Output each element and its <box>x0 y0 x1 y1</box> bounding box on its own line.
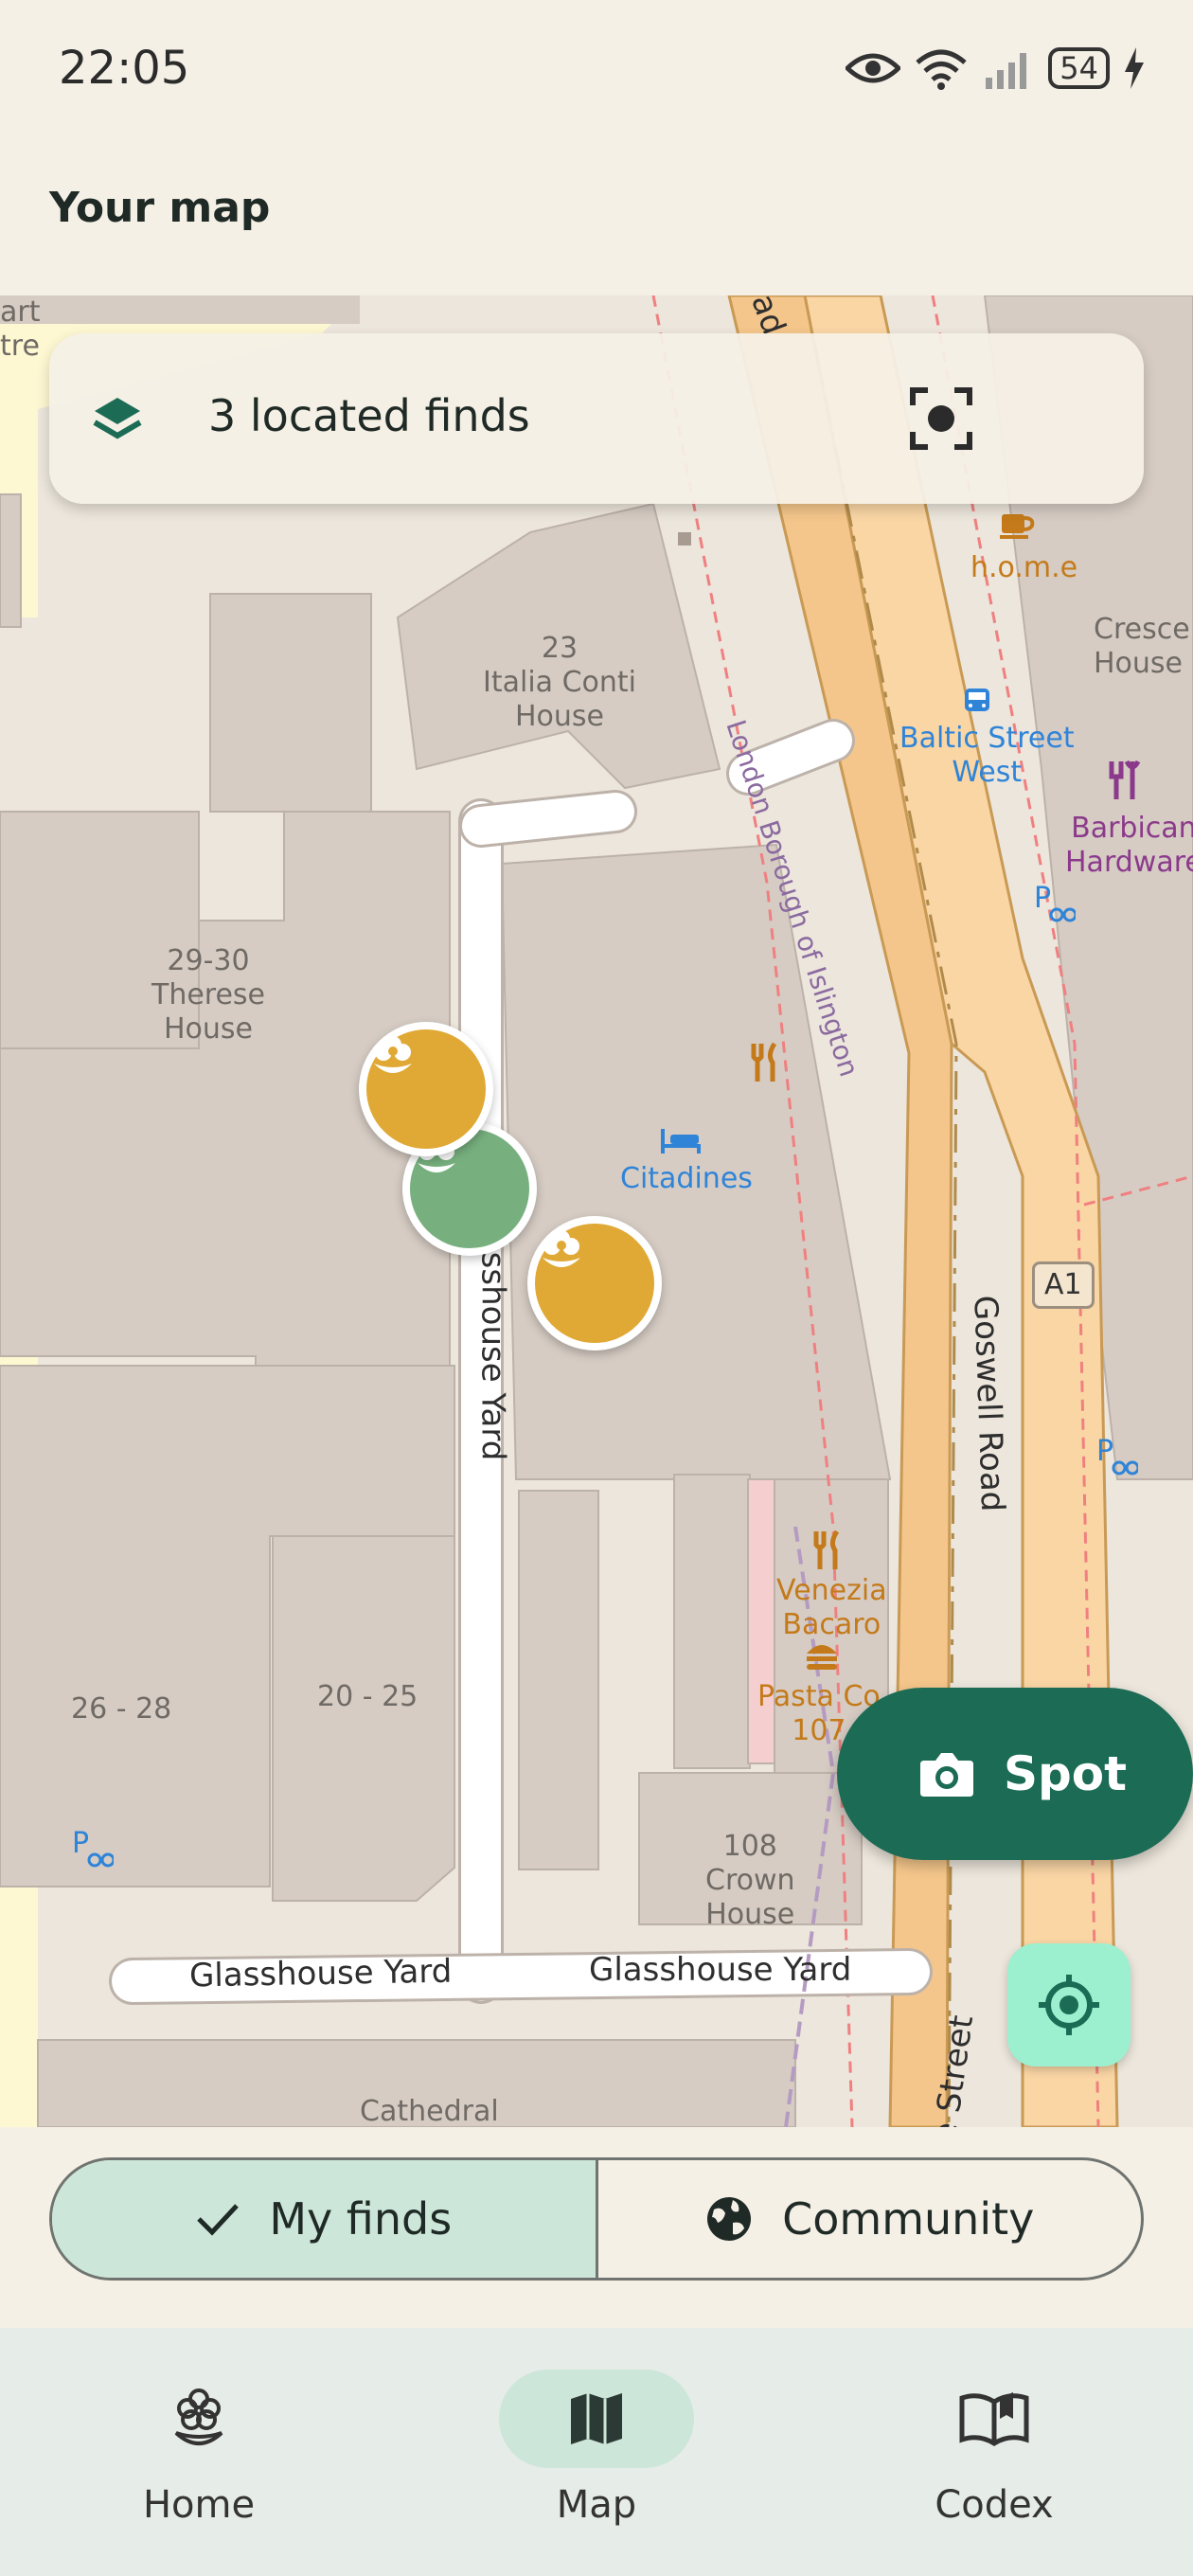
signal-icon <box>986 53 1027 89</box>
bottom-navigation: Home Map Codex <box>0 2328 1193 2576</box>
map-label-baltic-street-west: Baltic Street West <box>899 722 1075 789</box>
page-title: Your map <box>49 184 271 232</box>
nav-codex-pill <box>897 2370 1092 2468</box>
check-icon <box>197 2204 240 2236</box>
map-label-venezia-bacaro: Venezia Bacaro <box>776 1574 887 1641</box>
my-finds-segment[interactable]: My finds <box>52 2160 598 2278</box>
community-segment[interactable]: Community <box>598 2160 1142 2278</box>
charging-icon <box>1125 47 1144 89</box>
map-label-crescent-house: Cresce House <box>1094 613 1190 680</box>
map-label-glasshouse-yard-1: Glasshouse Yard <box>188 1952 453 1995</box>
app-header: Your map <box>0 142 1193 295</box>
nav-map-pill <box>499 2370 694 2468</box>
map-icon <box>571 2393 622 2444</box>
status-icons: 54 <box>846 42 1146 95</box>
flower-icon <box>543 1230 580 1267</box>
map-label-20-25: 20 - 25 <box>317 1680 418 1713</box>
svg-text:P: P <box>1096 1435 1113 1468</box>
map-label-crown-house: 108 Crown House <box>705 1830 795 1931</box>
bicycle-parking-icon: P <box>72 1827 114 1868</box>
nav-home-label: Home <box>142 2483 256 2527</box>
nav-item-codex[interactable]: Codex <box>795 2328 1193 2576</box>
status-time: 22:05 <box>59 42 190 95</box>
my-finds-label: My finds <box>269 2193 453 2245</box>
find-marker[interactable] <box>527 1216 662 1351</box>
map-label-goswell-road: Goswell Road <box>966 1295 1012 1512</box>
flower-icon <box>374 1036 412 1073</box>
map-label-citadines: Citadines <box>620 1162 753 1195</box>
nav-codex-label: Codex <box>935 2483 1054 2527</box>
finds-count-label: 3 located finds <box>208 390 530 441</box>
map-label-a1-shield: A1 <box>1032 1261 1095 1309</box>
map-label-barbican-hardware: Barbican Hardware <box>1065 812 1193 879</box>
community-label: Community <box>782 2193 1035 2245</box>
bicycle-parking-icon: P <box>1096 1435 1138 1476</box>
map-label-cathedral: Cathedral <box>360 2095 499 2127</box>
find-marker[interactable] <box>359 1022 493 1156</box>
eye-icon <box>846 53 901 83</box>
map-label-therese-house: 29-30 Therese House <box>151 944 266 1046</box>
svg-text:P: P <box>1034 882 1051 915</box>
restaurant-icon <box>813 1530 840 1569</box>
map-label-26-28: 26 - 28 <box>71 1692 172 1726</box>
fast-food-icon <box>807 1645 837 1670</box>
layers-icon <box>93 398 142 439</box>
camera-icon <box>920 1753 973 1797</box>
my-location-button[interactable] <box>1007 1943 1131 2066</box>
nav-item-home[interactable]: Home <box>0 2328 398 2576</box>
nav-home-pill <box>101 2370 296 2468</box>
open-book-icon <box>959 2392 1029 2446</box>
globe-icon <box>707 2197 752 2241</box>
bus-stop-icon <box>965 689 989 711</box>
spot-button-label: Spot <box>1004 1746 1128 1801</box>
hardware-store-icon <box>1109 760 1141 799</box>
battery-indicator: 54 <box>1048 47 1110 89</box>
finds-filter-toggle: My finds Community <box>49 2157 1144 2281</box>
map-label-art-centre: art tre <box>0 295 41 363</box>
crosshair-icon <box>1039 1975 1099 2035</box>
wifi-icon <box>916 49 967 90</box>
bicycle-parking-icon: P <box>1034 882 1076 922</box>
map-label-italia-conti: 23 Italia Conti House <box>483 632 636 733</box>
spot-button[interactable]: Spot <box>837 1688 1193 1860</box>
fit-bounds-icon[interactable] <box>909 386 973 451</box>
map-label-glasshouse-yard-2: Glasshouse Yard <box>589 1951 852 1989</box>
nav-item-map[interactable]: Map <box>398 2328 795 2576</box>
hotel-icon <box>661 1129 701 1154</box>
nav-map-label: Map <box>556 2483 637 2527</box>
cafe-icon <box>1000 514 1035 539</box>
map-label-glasshouse-yard-vertical: sshouse Yard <box>473 1251 512 1461</box>
restaurant-icon <box>751 1042 777 1082</box>
flower-icon <box>174 2388 223 2445</box>
map-label-home-cafe: h.o.m.e <box>970 551 1078 584</box>
status-bar: 22:05 54 <box>0 0 1193 142</box>
finds-summary-card[interactable]: 3 located finds <box>49 333 1144 504</box>
svg-text:P: P <box>72 1827 89 1860</box>
